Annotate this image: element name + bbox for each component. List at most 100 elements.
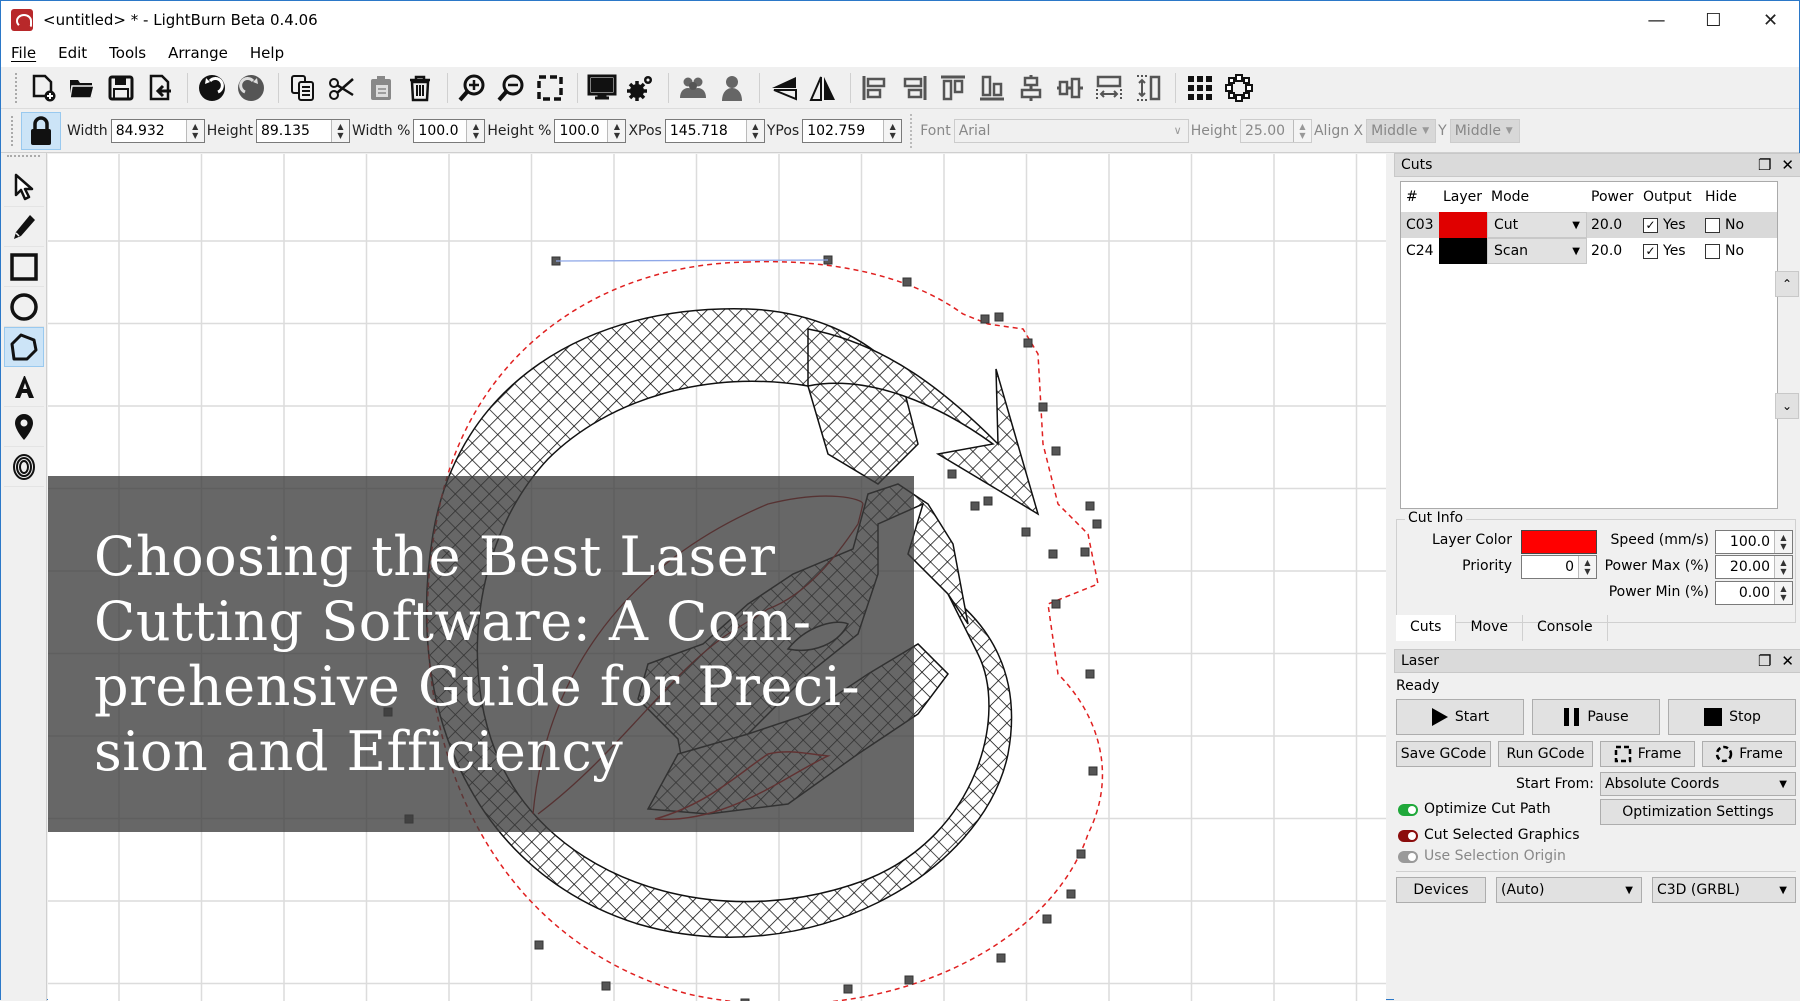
import-icon[interactable] [142,70,178,106]
text-tool[interactable] [4,367,44,407]
layer-color-swatch[interactable] [1439,212,1487,238]
path-node-handle[interactable] [1021,527,1031,537]
tab-cuts[interactable]: Cuts [1396,615,1457,641]
menu-help[interactable]: Help [250,44,284,62]
text-height-input[interactable]: 25.00 ▲ ▼ [1239,118,1312,143]
power-max-input[interactable]: 20.00 ▲ ▼ [1715,555,1793,579]
align-x-select[interactable]: Middle ▼ [1366,118,1437,143]
height-percent-input[interactable]: 100.0 ▲ ▼ [554,118,627,143]
path-node-handle[interactable] [904,975,914,985]
start-button[interactable]: Start [1396,699,1524,735]
run-gcode-button[interactable]: Run GCode [1498,741,1593,767]
align-top-icon[interactable] [935,70,971,106]
new-file-icon[interactable] [25,70,61,106]
path-node-handle[interactable] [947,469,957,479]
copy-icon[interactable] [285,70,321,106]
path-node-handle[interactable] [980,314,990,324]
hide-checkbox[interactable] [1705,243,1720,259]
menu-tools[interactable]: Tools [109,44,146,62]
ypos-input[interactable]: 102.759 ▲ ▼ [802,118,903,143]
close-button[interactable]: ✕ [1742,1,1799,39]
undock-icon[interactable]: ❐ [1758,156,1771,174]
flip-vertical-icon[interactable] [805,70,841,106]
col-header-hide[interactable]: Hide [1701,189,1761,205]
ungroup-icon[interactable] [714,70,750,106]
height-input[interactable]: 89.135 ▲ ▼ [255,118,350,143]
save-icon[interactable] [103,70,139,106]
optimization-settings-button[interactable]: Optimization Settings [1600,799,1796,825]
text-height-spinner[interactable]: ▲ ▼ [1292,119,1311,142]
layer-color-swatch[interactable] [1439,238,1487,264]
lock-aspect-button[interactable] [21,111,61,150]
cut-row-c24[interactable]: C24 Scan ▼ 20.0 ✓ Yes No [1401,238,1777,264]
devices-button[interactable]: Devices [1396,877,1486,903]
open-folder-icon[interactable] [64,70,100,106]
distribute-h-icon[interactable] [1091,70,1127,106]
stop-button[interactable]: Stop [1668,699,1796,735]
move-layer-down-button[interactable]: ⌄ [1775,393,1799,419]
xpos-spinner[interactable]: ▲ ▼ [745,119,764,142]
path-node-handle[interactable] [1038,402,1048,412]
use-selection-origin-toggle[interactable] [1398,851,1418,863]
propbar-grip[interactable] [11,115,15,146]
hide-checkbox[interactable] [1705,217,1720,233]
path-node-handle[interactable] [1085,501,1095,511]
minimize-button[interactable]: — [1628,1,1685,39]
path-node-handle[interactable] [1076,849,1086,859]
close-dock-icon[interactable]: ✕ [1781,156,1794,174]
speed-spinner[interactable]: ▲ ▼ [1774,531,1792,553]
height-percent-spinner[interactable]: ▲ ▼ [607,119,626,142]
priority-input[interactable]: 0 ▲ ▼ [1521,555,1597,579]
xpos-input[interactable]: 145.718 ▲ ▼ [664,118,765,143]
priority-spinner[interactable]: ▲ ▼ [1578,556,1596,578]
save-gcode-button[interactable]: Save GCode [1396,741,1491,767]
font-select[interactable]: Arial ∨ [953,118,1189,143]
path-node-handle[interactable] [1051,599,1061,609]
path-node-handle[interactable] [1092,519,1102,529]
path-node-handle[interactable] [1048,549,1058,559]
pause-button[interactable]: Pause [1532,699,1660,735]
path-node-handle[interactable] [994,312,1004,322]
power-max-spinner[interactable]: ▲ ▼ [1774,556,1792,578]
port-select[interactable]: (Auto) ▼ [1496,877,1642,903]
cut-icon[interactable] [324,70,360,106]
menu-arrange[interactable]: Arrange [168,44,228,62]
path-node-handle[interactable] [1042,914,1052,924]
undo-icon[interactable] [194,70,230,106]
zoom-out-icon[interactable] [493,70,529,106]
grid-array-icon[interactable] [1182,70,1218,106]
align-left-icon[interactable] [857,70,893,106]
output-checkbox[interactable]: ✓ [1643,217,1658,233]
delete-icon[interactable] [402,70,438,106]
mode-select[interactable]: Cut ▼ [1487,212,1587,238]
col-header-num[interactable]: # [1401,189,1439,205]
offset-tool[interactable] [4,447,44,487]
menu-file[interactable]: File [11,44,36,62]
tab-console[interactable]: Console [1523,615,1608,641]
col-header-power[interactable]: Power [1587,189,1639,205]
close-dock-icon[interactable]: ✕ [1781,652,1794,670]
redo-icon[interactable] [233,70,269,106]
align-v-center-icon[interactable] [1052,70,1088,106]
maximize-button[interactable]: ☐ [1685,1,1742,39]
layer-color-button[interactable] [1521,530,1597,554]
path-node-handle[interactable] [996,953,1006,963]
flip-horizontal-icon[interactable] [766,70,802,106]
tab-move[interactable]: Move [1456,615,1523,641]
frame-circle-button[interactable]: Frame [1702,741,1796,767]
zoom-to-frame-icon[interactable] [532,70,568,106]
cuts-table[interactable]: # Layer Mode Power Output Hide C03 Cut ▼ … [1400,181,1778,509]
path-node-handle[interactable] [1066,889,1076,899]
circular-array-icon[interactable] [1221,70,1257,106]
device-select[interactable]: C3D (GRBL) ▼ [1652,877,1796,903]
path-node-handle[interactable] [983,496,993,506]
group-icon[interactable] [675,70,711,106]
zoom-in-icon[interactable] [454,70,490,106]
ellipse-tool[interactable] [4,287,44,327]
width-input[interactable]: 84.932 ▲ ▼ [110,118,205,143]
menu-edit[interactable]: Edit [58,44,87,62]
start-from-select[interactable]: Absolute Coords ▼ [1600,772,1796,796]
power-min-spinner[interactable]: ▲ ▼ [1774,582,1792,604]
height-spinner[interactable]: ▲ ▼ [330,119,349,142]
polygon-tool[interactable] [4,327,44,367]
